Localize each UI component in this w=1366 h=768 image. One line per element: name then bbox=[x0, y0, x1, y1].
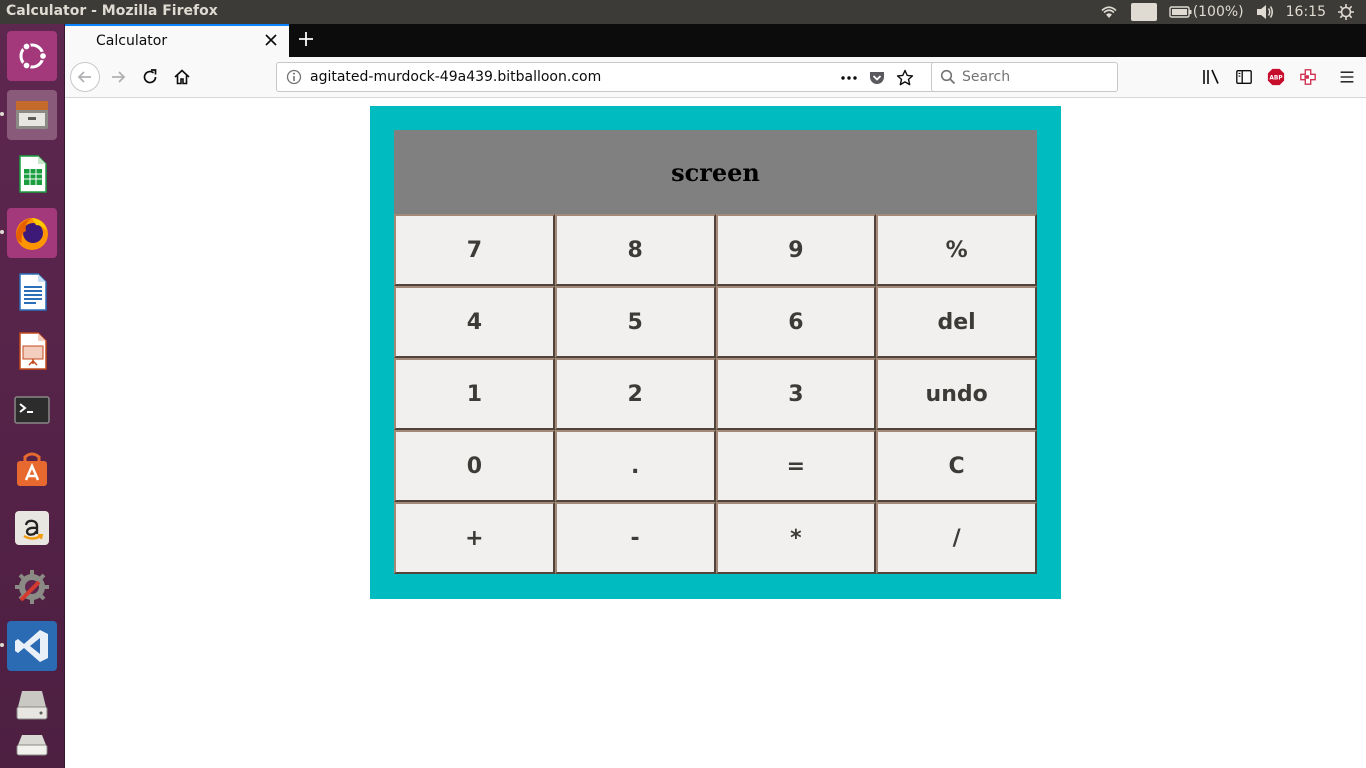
hamburger-menu-icon[interactable] bbox=[1337, 67, 1357, 87]
pocket-icon[interactable] bbox=[868, 69, 886, 87]
battery-icon bbox=[1168, 6, 1192, 18]
vscode-launcher-button[interactable] bbox=[7, 621, 57, 671]
home-icon bbox=[174, 69, 190, 85]
disk-drive-icon bbox=[16, 691, 48, 720]
bookmark-star-icon[interactable] bbox=[896, 69, 914, 87]
ubuntu-logo-icon bbox=[19, 42, 48, 70]
address-bar[interactable]: agitated-murdock-49a439.bitballoon.com bbox=[276, 62, 991, 92]
forward-arrow-icon bbox=[112, 71, 126, 83]
back-button[interactable] bbox=[70, 62, 100, 92]
calculator-key[interactable]: + bbox=[394, 502, 555, 574]
terminal-launcher-button[interactable] bbox=[7, 385, 57, 435]
calculator-key[interactable]: * bbox=[715, 502, 877, 574]
ubuntu-dash-button[interactable] bbox=[7, 31, 57, 81]
search-bar[interactable] bbox=[931, 62, 1118, 92]
calculator-key[interactable]: - bbox=[554, 502, 716, 574]
libreoffice-calc-launcher-button[interactable] bbox=[7, 149, 57, 199]
keyboard-layout-indicator[interactable]: En bbox=[1131, 3, 1157, 21]
volume-icon[interactable] bbox=[1256, 4, 1274, 20]
home-button[interactable] bbox=[167, 62, 197, 92]
files-icon bbox=[16, 101, 48, 129]
calculator-key[interactable]: 1 bbox=[394, 358, 555, 430]
calculator-key[interactable]: . bbox=[554, 430, 716, 502]
battery-indicator[interactable]: (100%) bbox=[1168, 4, 1244, 20]
amazon-launcher-button[interactable] bbox=[7, 503, 57, 553]
calculator-key[interactable]: / bbox=[876, 502, 1037, 574]
amazon-icon bbox=[15, 511, 49, 545]
unity-launcher bbox=[0, 24, 65, 768]
back-arrow-icon bbox=[77, 71, 91, 83]
navigation-toolbar: agitated-murdock-49a439.bitballoon.com A… bbox=[65, 57, 1366, 98]
calculator-key[interactable]: 6 bbox=[715, 286, 877, 358]
search-icon bbox=[940, 69, 956, 85]
browser-tab-strip: Calculator bbox=[65, 24, 1366, 57]
system-settings-launcher-button[interactable] bbox=[7, 562, 57, 612]
software-center-launcher-button[interactable] bbox=[7, 444, 57, 494]
calculator-key[interactable]: 7 bbox=[394, 214, 555, 286]
search-input[interactable] bbox=[962, 67, 1112, 87]
calculator-key[interactable]: 3 bbox=[715, 358, 877, 430]
firefox-icon bbox=[16, 218, 48, 250]
reload-icon bbox=[143, 69, 157, 84]
window-title: Calculator - Mozilla Firefox bbox=[6, 3, 218, 19]
calculator-key[interactable]: undo bbox=[876, 358, 1037, 430]
calculator-key[interactable]: 2 bbox=[554, 358, 716, 430]
svg-text:ABP: ABP bbox=[1269, 76, 1283, 82]
system-tray: En (100%) 16:15 bbox=[1099, 0, 1366, 24]
system-settings-icon bbox=[15, 570, 49, 604]
clock-time: 16:15 bbox=[1285, 4, 1326, 20]
wifi-icon[interactable] bbox=[1099, 4, 1119, 20]
calculator-key[interactable]: del bbox=[876, 286, 1037, 358]
sidebar-toggle-icon[interactable] bbox=[1234, 67, 1254, 87]
firefox-launcher-button[interactable] bbox=[7, 208, 57, 258]
keyboard-layout-label: En bbox=[1131, 3, 1157, 21]
calculator-key[interactable]: = bbox=[715, 430, 877, 502]
disk-drive-launcher-button[interactable] bbox=[7, 680, 57, 730]
reload-button[interactable] bbox=[135, 62, 165, 92]
tab-title: Calculator bbox=[96, 33, 168, 49]
vscode-icon bbox=[15, 630, 48, 662]
files-launcher-button[interactable] bbox=[7, 90, 57, 140]
forward-button[interactable] bbox=[103, 62, 133, 92]
libreoffice-writer-launcher-button[interactable] bbox=[7, 267, 57, 317]
close-tab-icon[interactable] bbox=[263, 32, 279, 48]
libreoffice-impress-icon bbox=[19, 332, 47, 370]
libreoffice-calc-icon bbox=[19, 155, 47, 193]
site-info-icon[interactable] bbox=[286, 69, 302, 85]
new-tab-plus-icon[interactable] bbox=[296, 29, 316, 49]
calculator-key[interactable]: 5 bbox=[554, 286, 716, 358]
calculator-key[interactable]: C bbox=[876, 430, 1037, 502]
battery-percentage: (100%) bbox=[1192, 4, 1244, 20]
url-text[interactable]: agitated-murdock-49a439.bitballoon.com bbox=[310, 69, 601, 85]
libreoffice-impress-launcher-button[interactable] bbox=[7, 326, 57, 376]
extension-cross-icon[interactable] bbox=[1298, 67, 1318, 87]
calculator-key[interactable]: 0 bbox=[394, 430, 555, 502]
calculator-key[interactable]: % bbox=[876, 214, 1037, 286]
page-content: screen 7 8 9% 4 5 6 del 1 2 3 undo 0. = C + - * / bbox=[65, 98, 1366, 768]
calculator-screen: screen bbox=[394, 130, 1037, 214]
system-top-panel: Calculator - Mozilla Firefox En (100%) 1… bbox=[0, 0, 1366, 24]
calculator: screen 7 8 9% 4 5 6 del 1 2 3 undo 0. = C + - * / bbox=[370, 106, 1061, 599]
clock[interactable]: 16:15 bbox=[1286, 4, 1326, 20]
trash-launcher-button[interactable] bbox=[7, 724, 57, 768]
software-center-icon bbox=[17, 452, 47, 486]
calculator-key[interactable]: 9 bbox=[715, 214, 877, 286]
libreoffice-writer-icon bbox=[19, 273, 47, 311]
calculator-keypad: 7 8 9% 4 5 6 del 1 2 3 undo 0. = C + - * / bbox=[394, 214, 1037, 574]
page-actions-ellipsis-icon[interactable] bbox=[840, 69, 858, 87]
session-gear-icon[interactable] bbox=[1338, 4, 1354, 20]
calculator-key[interactable]: 4 bbox=[394, 286, 555, 358]
tab-calculator[interactable]: Calculator bbox=[65, 24, 289, 57]
terminal-icon bbox=[14, 396, 50, 424]
calculator-key[interactable]: 8 bbox=[554, 214, 716, 286]
library-icon[interactable] bbox=[1201, 67, 1221, 87]
adblock-plus-icon[interactable]: ABP bbox=[1266, 67, 1286, 87]
trash-icon bbox=[16, 735, 48, 756]
